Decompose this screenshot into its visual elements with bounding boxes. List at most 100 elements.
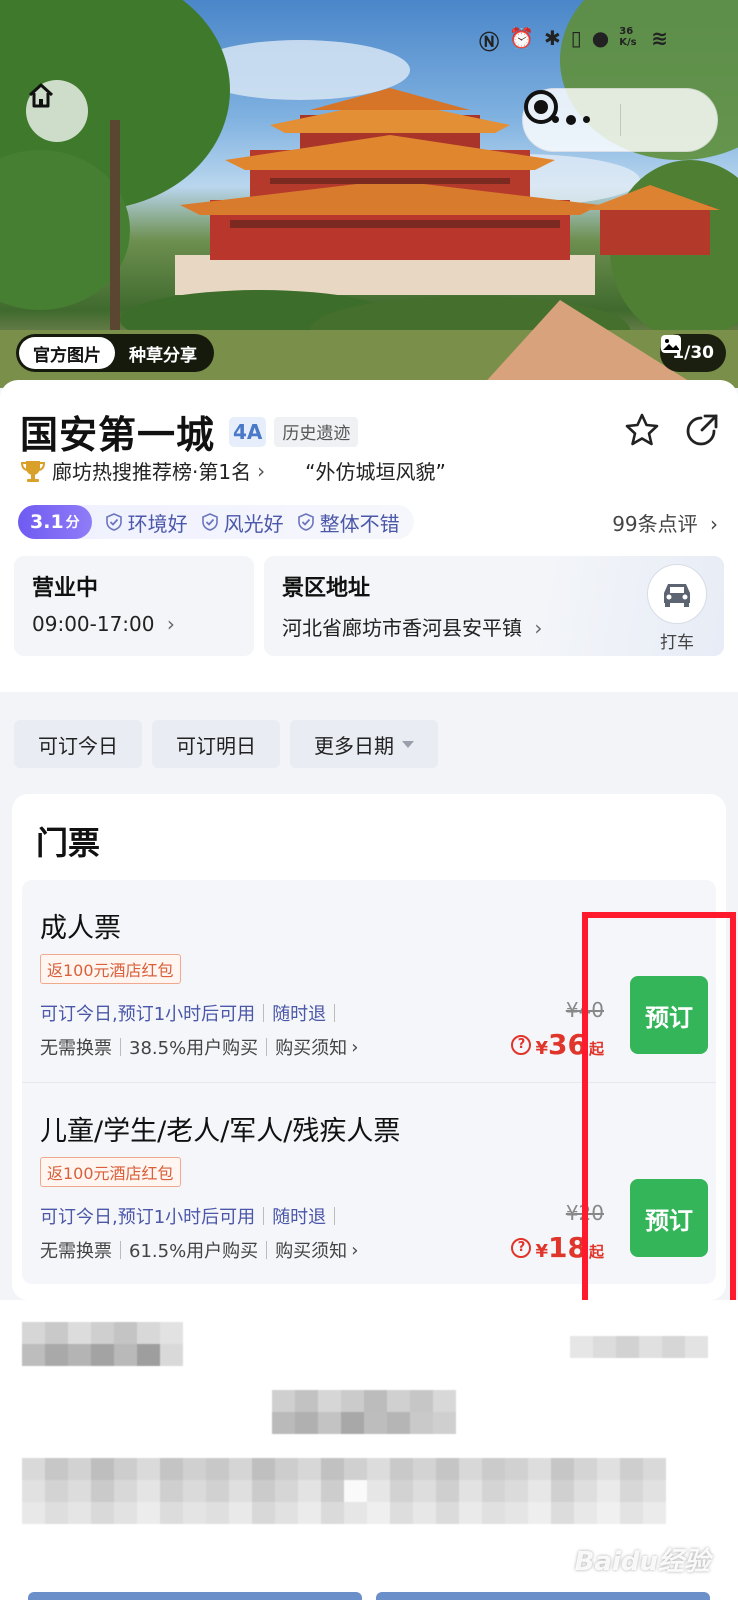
trophy-icon [20,460,46,482]
date-filter: 可订今日 可订明日 更多日期 [14,720,438,768]
opening-hours: 09:00-17:00 › [32,612,236,636]
vibrate-icon: ▯ [570,26,582,50]
home-button[interactable] [26,80,88,142]
ticket-list: 成人票 返100元酒店红包 可订今日,预订1小时后可用 随时退 无需换票 38.… [22,880,716,1284]
highlight-quote: “外仿城垣风貌” [305,460,446,484]
pixel-block [570,1336,708,1358]
price-suffix: 起 [588,1243,604,1261]
divider [263,1207,265,1225]
target-circle-icon [524,90,558,124]
check-badge-icon [201,513,218,531]
open-status: 营业中 [32,576,99,601]
review-tag: 风光好 [200,508,284,537]
no-exchange-text: 无需换票 [40,1038,112,1059]
ticket-booking-info: 可订今日,预订1小时后可用 随时退 [40,1203,343,1229]
taxi-button[interactable]: 打车 [646,564,708,653]
level-badge: 4A [229,416,267,447]
pixelated-content: Baidu经验 [0,1300,738,1600]
divider [266,1241,268,1259]
capsule-divider [619,104,621,136]
address-line: 河北省廊坊市香河县安平镇 › [282,612,706,641]
book-button[interactable]: 预订 [630,976,708,1054]
star-favorite-icon[interactable] [624,412,660,448]
ticket-name: 成人票 [40,913,121,944]
price-value: 18 [548,1231,587,1264]
reviews-count: 99条点评 [612,511,698,536]
pixel-block [22,1322,183,1366]
address-title: 景区地址 [282,576,371,601]
address-card[interactable]: 景区地址 河北省廊坊市香河县安平镇 › 打车 [264,556,724,656]
category-tag: 历史遗迹 [274,416,359,447]
purchase-notes-link[interactable]: 购买须知 [275,1034,347,1060]
sale-price: ? ¥ 18 起 [511,1231,604,1264]
divider [334,1004,336,1022]
book-button[interactable]: 预订 [630,1179,708,1257]
divider [263,1004,265,1022]
score-value: 3.1 [30,511,64,533]
share-icon[interactable] [684,412,720,448]
thumbnail[interactable] [28,1592,362,1600]
ticket-extra-info: 无需换票 61.5%用户购买 购买须知 › [40,1237,358,1263]
home-icon [28,83,54,108]
more-dates-dropdown[interactable]: 更多日期 [290,720,438,768]
question-icon[interactable]: ? [511,1237,532,1258]
check-badge-icon [105,513,122,531]
chevron-right-icon: › [534,616,543,640]
divider [266,1038,268,1056]
gallery-icon [661,335,682,353]
divider [334,1207,336,1225]
status-bar: Ⓝ ⏰ ✱ ▯ ● 36 K/s ≋ [479,26,668,55]
original-price: ¥20 [565,1201,604,1225]
score-unit: 分 [65,515,80,531]
ticket-panel: 门票 成人票 返100元酒店红包 可订今日,预订1小时后可用 随时退 无需换票 … [12,794,726,1300]
sale-price: ? ¥ 36 起 [511,1028,604,1061]
review-tag-label: 整体不错 [319,511,400,536]
tab-official-photos[interactable]: 官方图片 [19,337,115,369]
reviews-link[interactable]: 99条点评 › [612,508,718,537]
ticket-booking-info: 可订今日,预订1小时后可用 随时退 [40,1000,343,1026]
check-badge-icon [297,513,314,531]
chevron-right-icon: › [166,612,175,636]
ranking-link[interactable]: 廊坊热搜推荐榜·第1名 [52,456,251,485]
score-badge: 3.1 分 [18,505,92,539]
original-price: ¥40 [565,998,604,1022]
hotel-coupon-badge: 返100元酒店红包 [40,954,181,984]
hours-value: 09:00-17:00 [32,612,155,636]
photo-counter[interactable]: 1/30 [660,334,726,372]
booking-time-text: 可订今日,预订1小时后可用 [40,1207,256,1228]
mic-icon: ● [591,26,610,50]
tab-user-shares[interactable]: 种草分享 [115,337,211,369]
purchase-notes-link[interactable]: 购买须知 [275,1237,347,1263]
attraction-info: 国安第一城 4A 历史遗迹 廊坊热搜推荐榜·第1名 › “外仿城垣风貌” 3.1… [0,380,738,692]
date-today-chip[interactable]: 可订今日 [14,720,142,768]
address-value: 河北省廊坊市香河县安平镇 [282,616,522,640]
review-tag-label: 环境好 [127,511,188,536]
no-exchange-text: 无需换票 [40,1241,112,1262]
miniprogram-capsule [522,88,718,152]
date-tomorrow-chip[interactable]: 可订明日 [152,720,280,768]
rating-row[interactable]: 3.1 分 环境好 风光好 整体不错 99条点评 › [18,504,718,540]
thumbnail[interactable] [376,1592,710,1600]
currency-symbol: ¥ [535,1038,549,1059]
ticket-item[interactable]: 成人票 返100元酒店红包 可订今日,预订1小时后可用 随时退 无需换票 38.… [22,880,716,1082]
baidu-watermark: Baidu经验 [574,1547,710,1577]
wifi-icon: ≋ [651,26,668,50]
purchase-ratio-text: 38.5%用户购买 [129,1038,259,1059]
question-icon[interactable]: ? [511,1034,532,1055]
page-title: 国安第一城 [20,413,216,457]
ticket-name: 儿童/学生/老人/军人/残疾人票 [40,1116,401,1147]
price-suffix: 起 [588,1040,604,1058]
pixel-block [272,1390,456,1434]
hotel-coupon-badge: 返100元酒店红包 [40,1157,181,1187]
palace-photo [0,0,738,388]
hero-image[interactable]: Ⓝ ⏰ ✱ ▯ ● 36 K/s ≋ 官方图片 种草分享 1/30 [0,0,738,388]
photo-source-tabs: 官方图片 种草分享 [16,334,214,372]
ticket-item[interactable]: 儿童/学生/老人/军人/残疾人票 返100元酒店红包 可订今日,预订1小时后可用… [22,1082,716,1284]
chevron-right-icon: › [351,1036,359,1058]
booking-time-text: 可订今日,预订1小时后可用 [40,1004,256,1025]
divider [120,1038,121,1056]
currency-symbol: ¥ [535,1241,549,1262]
ticket-section-title: 门票 [36,824,101,862]
taxi-label: 打车 [660,633,694,653]
opening-hours-card[interactable]: 营业中 09:00-17:00 › [14,556,254,656]
